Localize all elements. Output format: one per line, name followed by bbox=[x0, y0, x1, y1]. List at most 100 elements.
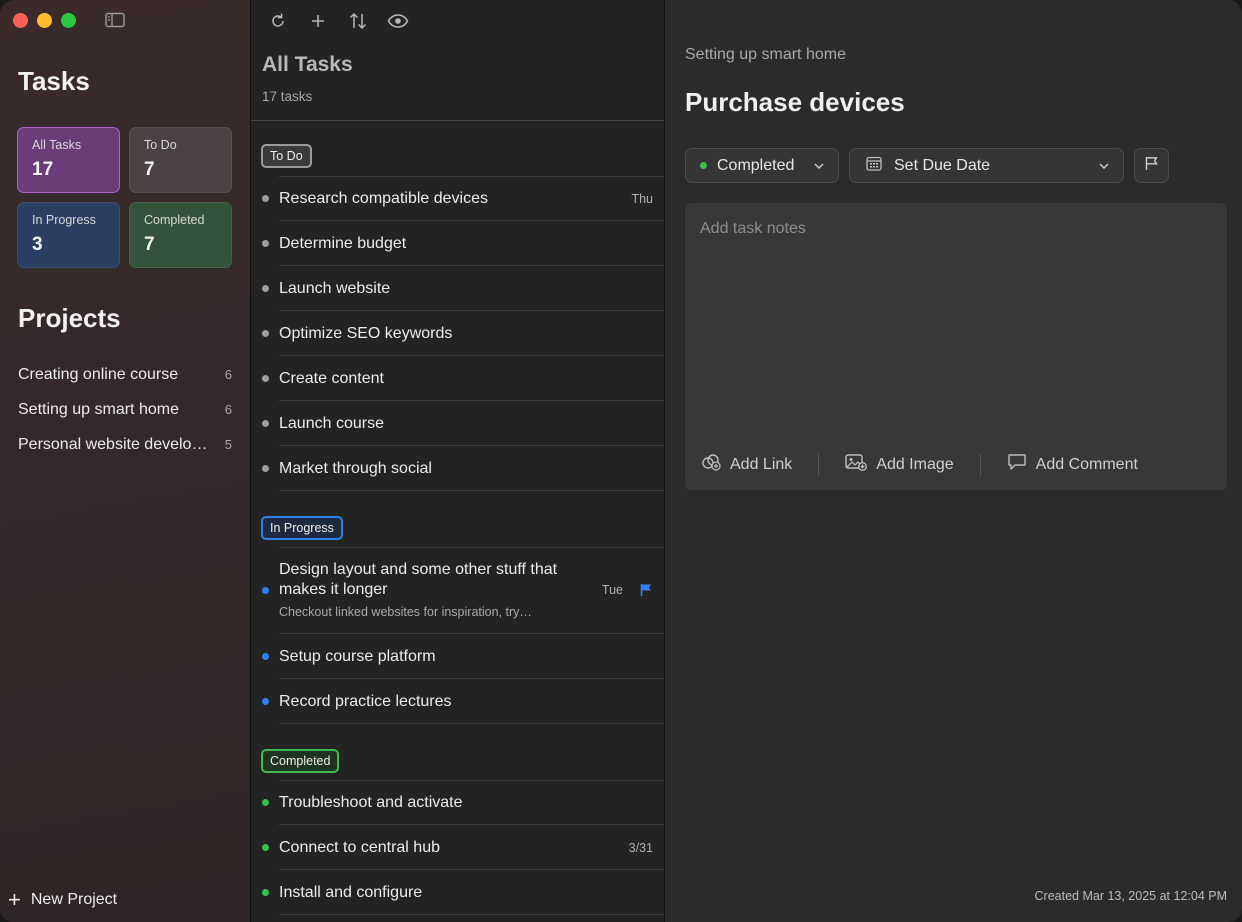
task-title: Troubleshoot and activate bbox=[279, 793, 463, 811]
task-list-pane: All Tasks 17 tasks To Do Research compat… bbox=[251, 0, 665, 922]
task-title-field[interactable]: Purchase devices bbox=[685, 87, 905, 118]
add-comment-label: Add Comment bbox=[1035, 455, 1138, 473]
task-title: Launch website bbox=[279, 279, 391, 297]
eye-icon[interactable] bbox=[387, 10, 409, 32]
flag-icon bbox=[1144, 156, 1159, 176]
add-icon[interactable] bbox=[307, 10, 329, 32]
project-item[interactable]: Personal website development 5 bbox=[18, 427, 232, 462]
notes-actions: Add Link Add Image Add Comment bbox=[701, 453, 1138, 476]
card-label: All Tasks bbox=[32, 138, 82, 152]
divider bbox=[279, 490, 664, 491]
group-tag-completed: Completed bbox=[261, 749, 340, 773]
task-row[interactable]: Troubleshoot and activate bbox=[251, 780, 664, 825]
status-dropdown[interactable]: Completed bbox=[685, 148, 839, 183]
status-dot bbox=[700, 162, 707, 169]
task-row[interactable]: Launch website bbox=[251, 266, 664, 311]
add-image-button[interactable]: Add Image bbox=[845, 453, 954, 476]
due-date-value: Set Due Date bbox=[894, 156, 991, 174]
chevron-down-icon bbox=[813, 159, 825, 177]
task-row[interactable]: Design layout and some other stuff that … bbox=[251, 547, 664, 634]
add-image-label: Add Image bbox=[876, 455, 954, 473]
task-notes-preview: Checkout linked websites for inspiration… bbox=[279, 605, 532, 619]
task-row[interactable]: Launch course bbox=[251, 401, 664, 446]
status-dot bbox=[262, 240, 269, 247]
status-dot bbox=[262, 195, 269, 202]
task-row[interactable]: Determine budget bbox=[251, 221, 664, 266]
task-title: Research compatible devices bbox=[279, 189, 488, 207]
group-to-do: To Do Research compatible devices Thu De… bbox=[251, 144, 664, 491]
status-dot bbox=[262, 330, 269, 337]
refresh-icon[interactable] bbox=[267, 10, 289, 32]
card-to-do[interactable]: To Do 7 bbox=[129, 127, 232, 193]
sidebar-toggle-icon[interactable] bbox=[105, 12, 125, 28]
projects-heading: Projects bbox=[18, 303, 121, 333]
close-window-button[interactable] bbox=[13, 13, 28, 28]
calendar-icon bbox=[866, 156, 882, 176]
task-row[interactable]: Setup course platform bbox=[251, 634, 664, 679]
created-timestamp: Created Mar 13, 2025 at 12:04 PM bbox=[1034, 889, 1227, 903]
zoom-window-button[interactable] bbox=[61, 13, 76, 28]
status-dot bbox=[262, 375, 269, 382]
task-title: Launch course bbox=[279, 414, 384, 432]
project-count: 6 bbox=[224, 402, 232, 417]
card-in-progress[interactable]: In Progress 3 bbox=[17, 202, 120, 268]
task-row[interactable]: Record practice lectures bbox=[251, 679, 664, 724]
project-name: Setting up smart home bbox=[18, 400, 179, 418]
due-date-dropdown[interactable]: Set Due Date bbox=[849, 148, 1124, 183]
add-link-button[interactable]: Add Link bbox=[701, 453, 792, 476]
task-due: 3/31 bbox=[628, 840, 653, 855]
add-comment-button[interactable]: Add Comment bbox=[1007, 453, 1138, 476]
chevron-down-icon bbox=[1098, 159, 1110, 177]
list-toolbar bbox=[267, 10, 409, 32]
notes-placeholder: Add task notes bbox=[700, 220, 806, 237]
task-title: Determine budget bbox=[279, 234, 407, 252]
task-row[interactable]: Install and configure bbox=[251, 870, 664, 915]
task-notes-area[interactable]: Add task notes Add Link Add Image Add Co… bbox=[685, 203, 1227, 490]
card-count: 7 bbox=[144, 234, 155, 255]
task-row[interactable]: Optimize SEO keywords bbox=[251, 311, 664, 356]
project-item[interactable]: Setting up smart home 6 bbox=[18, 392, 232, 427]
project-item[interactable]: Creating online course 6 bbox=[18, 357, 232, 392]
divider bbox=[279, 723, 664, 724]
status-dot bbox=[262, 653, 269, 660]
task-row[interactable]: Research compatible devices Thu bbox=[251, 176, 664, 221]
divider bbox=[251, 120, 664, 121]
flag-icon bbox=[639, 583, 653, 597]
project-name: Creating online course bbox=[18, 365, 179, 383]
task-due: Tue bbox=[601, 583, 623, 597]
card-count: 3 bbox=[32, 234, 43, 255]
task-row[interactable]: Market through social bbox=[251, 446, 664, 491]
status-dot bbox=[262, 799, 269, 806]
task-title: Create content bbox=[279, 369, 384, 387]
app-window: Tasks All Tasks 17 To Do 7 In Progress 3… bbox=[0, 0, 1242, 922]
card-all-tasks[interactable]: All Tasks 17 bbox=[17, 127, 120, 193]
status-dot bbox=[262, 420, 269, 427]
divider bbox=[979, 453, 981, 476]
minimize-window-button[interactable] bbox=[37, 13, 52, 28]
project-name: Personal website development bbox=[18, 435, 208, 453]
new-project-label: New Project bbox=[30, 891, 118, 908]
task-row[interactable]: Create content bbox=[251, 356, 664, 401]
task-title: Connect to central hub bbox=[279, 838, 440, 856]
task-title: Setup course platform bbox=[279, 647, 436, 665]
task-row[interactable]: Connect to central hub 3/31 bbox=[251, 825, 664, 870]
sort-icon[interactable] bbox=[347, 10, 369, 32]
status-dot bbox=[262, 285, 269, 292]
add-link-label: Add Link bbox=[730, 455, 793, 473]
divider bbox=[279, 780, 664, 781]
divider bbox=[279, 176, 664, 177]
image-icon bbox=[845, 453, 868, 476]
card-completed[interactable]: Completed 7 bbox=[129, 202, 232, 268]
task-title: Record practice lectures bbox=[279, 692, 452, 710]
flag-button[interactable] bbox=[1134, 148, 1169, 183]
new-project-button[interactable]: + New Project bbox=[8, 889, 118, 911]
task-count: 17 tasks bbox=[262, 89, 313, 104]
task-title: Design layout and some other stuff that … bbox=[279, 561, 558, 598]
sidebar: Tasks All Tasks 17 To Do 7 In Progress 3… bbox=[0, 0, 251, 922]
group-tag-to-do: To Do bbox=[261, 144, 312, 168]
divider bbox=[279, 914, 664, 915]
project-list: Creating online course 6 Setting up smar… bbox=[18, 357, 232, 462]
task-detail-pane: Setting up smart home Purchase devices C… bbox=[665, 0, 1242, 922]
project-breadcrumb[interactable]: Setting up smart home bbox=[685, 46, 846, 64]
list-title: All Tasks bbox=[262, 53, 353, 76]
